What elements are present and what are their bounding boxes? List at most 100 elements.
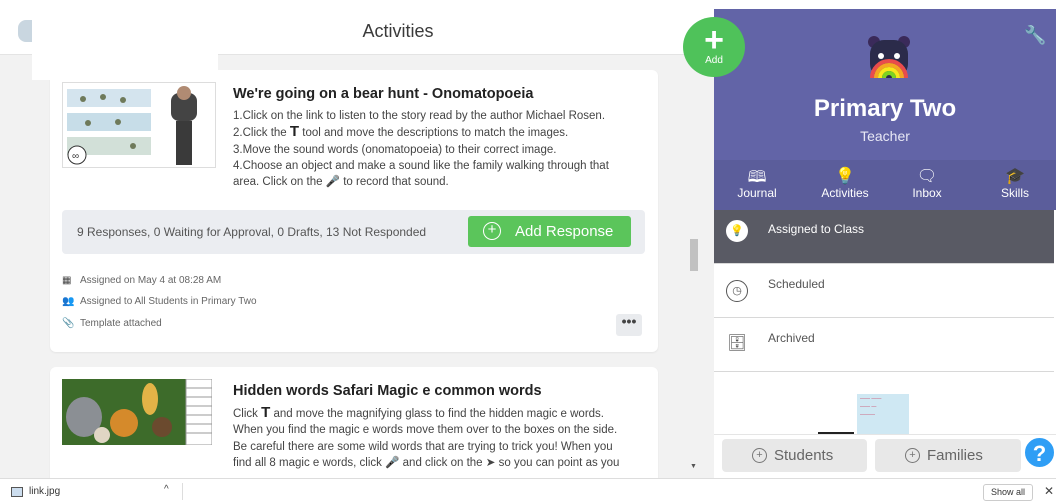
activity-thumbnail[interactable] [62,379,212,445]
template-text: Template attached [80,318,162,329]
nav-label: Archived [768,331,815,345]
desc-line: 4.Choose an object and make a sound like… [233,159,609,172]
responses-summary[interactable]: 9 Responses, 0 Waiting for Approval, 0 D… [77,225,426,239]
desc-text: 2.Click the [233,127,287,140]
add-response-label: Add Response [515,223,614,240]
responses-bar: 9 Responses, 0 Waiting for Approval, 0 D… [62,210,645,254]
activity-thumbnail[interactable]: ∞ [62,82,216,168]
plus-icon: + [704,21,724,59]
scrollbar-thumb[interactable] [690,239,698,271]
activity-title[interactable]: Hidden words Safari Magic e common words [233,383,542,399]
microphone-icon: 🎤 [325,176,341,189]
divider [182,483,183,500]
people-bar: + Students + Families [714,434,1056,478]
lightbulb-icon: 💡 [726,220,748,242]
desc-text: area. Click on the [233,176,323,189]
nav-scheduled[interactable]: ◷ Scheduled [714,264,1054,318]
tab-journal[interactable]: 🕮 Journal [720,166,794,200]
desc-text: so you can point as you [498,456,620,469]
desc-text: and move the magnifying glass to find th… [273,408,605,420]
families-button[interactable]: + Families [875,439,1021,472]
microphone-icon: 🎤 [385,456,400,469]
tab-label: Inbox [912,186,942,200]
assigned-on: ▦ Assigned on May 4 at 08:28 AM [62,275,221,286]
chevron-up-icon[interactable]: ^ [164,484,169,495]
paperclip-icon: 📎 [62,318,75,329]
svg-text:∞: ∞ [72,151,79,162]
tab-label: Skills [1000,186,1029,200]
preview-image: —— —— —— — ——— [857,394,909,434]
desc-line: 2.Click the T tool and move the descript… [233,124,643,141]
blank-overlay [32,0,218,80]
tab-inbox[interactable]: 🗨 Inbox [890,166,964,200]
students-button[interactable]: + Students [722,439,867,472]
download-filename[interactable]: link.jpg [29,486,60,497]
desc-text: tool and move the descriptions to match … [302,127,569,140]
archive-icon: 🗄 [726,335,748,352]
add-button[interactable]: + Add [683,17,745,77]
clock-icon: ◷ [726,280,748,302]
assigned-to: 👥 Assigned to All Students in Primary Two [62,296,257,307]
chat-icon: 🗨 [916,168,938,185]
preview-line: —— — [860,404,877,410]
app: Activities ∞ We're going on a bear hunt … [0,0,1056,478]
activity-title[interactable]: We're going on a bear hunt - Onomatopoei… [233,86,533,102]
graduation-cap-icon: 🎓 [1005,168,1025,185]
add-label: Add [705,55,723,66]
desc-text: and click on the [402,456,483,469]
class-role: Teacher [860,128,910,144]
desc-line: Click T and move the magnifying glass to… [233,404,643,422]
assigned-on-text: Assigned on May 4 at 08:28 AM [80,275,222,286]
class-name: Primary Two [813,95,957,122]
image-file-icon [11,487,23,497]
class-panel: 🔧 Primary Two Teacher [714,9,1056,167]
nav-archived[interactable]: 🗄 Archived [714,318,1054,372]
more-options-button[interactable]: ••• [616,314,642,336]
desc-line: When you find the magic e words move the… [233,424,618,437]
template-attached: 📎 Template attached [62,318,162,329]
class-avatar-bear [866,34,912,80]
close-icon[interactable]: ✕ [1044,484,1054,498]
activity-description: Click T and move the magnifying glass to… [233,404,643,471]
plus-circle-icon: + [905,448,920,463]
preview-line: ——— [860,412,875,418]
activity-card[interactable]: ∞ We're going on a bear hunt - Onomatopo… [50,70,658,352]
scroll-down-arrow[interactable]: ▼ [690,463,700,473]
desc-line: 3.Move the sound words (onomatopoeia) to… [233,143,557,156]
nav-label: Assigned to Class [768,222,865,236]
book-icon: 🕮 [747,169,767,186]
download-bar: link.jpg ^ Show all ✕ [0,478,1056,503]
tab-label: Activities [821,186,869,200]
lightbulb-icon: 💡 [835,168,855,185]
desc-line: Be careful there are some wild words tha… [233,440,613,453]
plus-icon: + [483,222,501,240]
desc-line: find all 8 magic e words, click 🎤 and cl… [233,455,643,471]
activity-feed[interactable]: ∞ We're going on a bear hunt - Onomatopo… [8,55,688,478]
pointer-icon: ➤ [485,456,496,469]
class-sidebar: 🔧 Primary Two Teacher 🕮 Journal 💡 Activi… [714,9,1056,478]
desc-text: find all 8 magic e words, click [233,456,382,469]
activity-card[interactable]: Hidden words Safari Magic e common words… [50,367,658,478]
show-all-button[interactable]: Show all [983,484,1033,501]
preview-line: —— —— [860,396,882,402]
families-label: Families [927,447,983,464]
calendar-icon: ▦ [62,275,72,286]
tab-label: Journal [737,186,777,200]
wrench-icon[interactable]: 🔧 [1024,25,1046,46]
desc-line: area. Click on the 🎤 to record that soun… [233,174,643,190]
tab-activities[interactable]: 💡 Activities [808,166,882,200]
add-response-button[interactable]: + Add Response [468,216,631,247]
assigned-to-text: Assigned to All Students in Primary Two [80,296,257,307]
tab-skills[interactable]: 🎓 Skills [978,166,1052,200]
desc-line: 1.Click on the link to listen to the sto… [233,110,606,122]
class-tabs: 🕮 Journal 💡 Activities 🗨 Inbox 🎓 Skills [714,160,1056,210]
group-icon: 👥 [62,296,75,307]
text-tool-icon: T [261,404,271,421]
nav-label: Scheduled [768,277,825,291]
students-label: Students [774,447,834,464]
help-button[interactable]: ? [1023,436,1056,469]
plus-circle-icon: + [752,448,767,463]
nav-assigned-to-class[interactable]: 💡 Assigned to Class [714,210,1054,264]
desc-text: to record that sound. [343,176,449,189]
desc-text: Click [233,408,258,420]
